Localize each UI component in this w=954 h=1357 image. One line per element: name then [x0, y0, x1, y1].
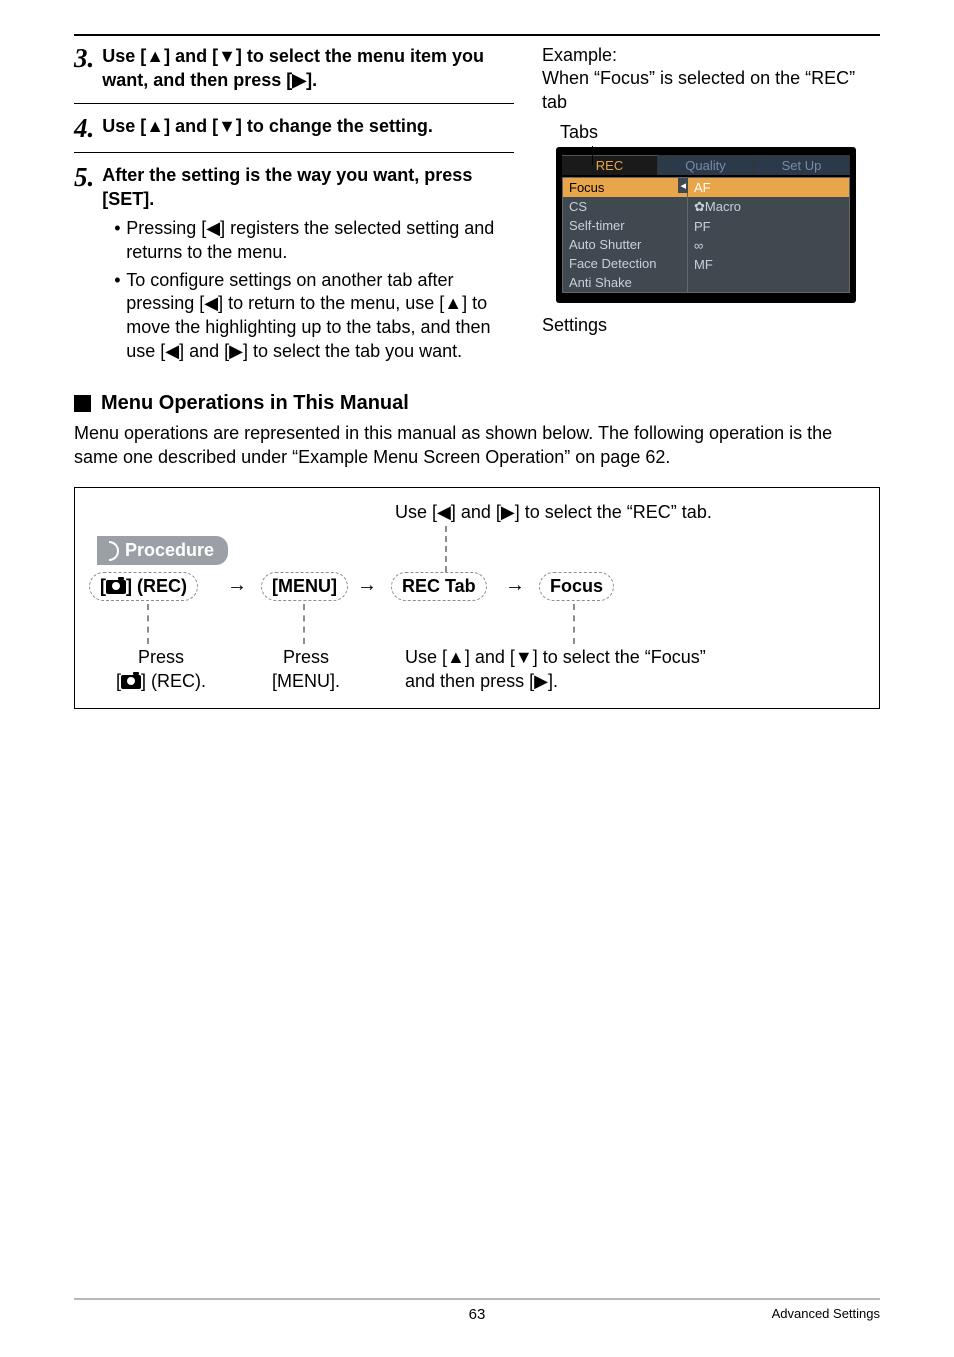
opt-macro[interactable]: ✿Macro — [688, 197, 849, 217]
example-heading: Example: When “Focus” is selected on the… — [542, 44, 880, 114]
t: Press — [101, 646, 221, 669]
page-number: 63 — [469, 1306, 486, 1323]
t: Example: — [542, 44, 880, 67]
t: Use [ — [405, 647, 447, 667]
menu-tabs: REC Quality Set Up — [562, 155, 850, 175]
rule — [74, 152, 514, 153]
t: ] (REC). — [141, 671, 206, 691]
tab-rec[interactable]: REC — [562, 155, 658, 175]
t: Procedure — [125, 540, 214, 561]
section-title: Menu Operations in This Manual — [101, 392, 409, 415]
menu-item-focus[interactable]: Focus — [563, 178, 687, 197]
t: ] and [ — [164, 46, 218, 66]
t: When “Focus” is selected on the “REC” ta… — [542, 67, 880, 114]
menu-item-autoshutter[interactable]: Auto Shutter — [563, 235, 687, 254]
t: ] and [ — [451, 502, 501, 522]
pill-menu: [MENU] — [261, 572, 348, 601]
tab-quality[interactable]: Quality — [658, 155, 754, 175]
arrow-icon: → — [505, 574, 525, 597]
footer-section: Advanced Settings — [772, 1306, 880, 1321]
diagram-lower-mid: Press [MENU]. — [261, 646, 351, 693]
t: ]. — [306, 70, 317, 90]
t: ] to select the tab you want. — [243, 341, 462, 361]
procedure-diagram: Use [◀] and [▶] to select the “REC” tab.… — [74, 487, 880, 709]
camera-icon — [121, 675, 141, 689]
step-5-heading: After the setting is the way you want, p… — [102, 163, 514, 212]
step-5: 5. After the setting is the way you want… — [74, 163, 514, 368]
menu-item-list: Focus CS Self-timer Auto Shutter Face De… — [562, 177, 688, 293]
pill-rec: [] (REC) — [89, 572, 198, 601]
t: ] to return to the menu, use [ — [218, 293, 444, 313]
page-footer: 63 Advanced Settings — [74, 1298, 880, 1323]
pill-focus: Focus — [539, 572, 614, 601]
camera-icon — [106, 580, 126, 594]
t: Use [ — [395, 502, 437, 522]
step-5-bullet-2: To configure settings on another tab aft… — [114, 269, 514, 364]
connector-line — [147, 604, 149, 644]
t: Use [ — [102, 116, 146, 136]
t: ]. — [548, 671, 558, 691]
step-4-num: 4. — [74, 114, 94, 142]
t: ] and [ — [179, 341, 229, 361]
step-5-bullet-1: Pressing [◀] registers the selected sett… — [114, 217, 514, 265]
menu-item-facedetection[interactable]: Face Detection — [563, 254, 687, 273]
opt-af[interactable]: AF — [688, 178, 849, 197]
menu-item-antishake[interactable]: Anti Shake — [563, 273, 687, 292]
diagram-lower-left: Press [] (REC). — [101, 646, 221, 693]
opt-mf[interactable]: MF — [688, 255, 849, 274]
arrow-icon: → — [227, 574, 247, 597]
t: ] and [ — [465, 647, 515, 667]
t: ] to change the setting. — [236, 116, 433, 136]
diagram-lower-right: Use [▲] and [▼] to select the “Focus” an… — [405, 646, 785, 693]
connector-line — [303, 604, 305, 644]
t: and then press [ — [405, 671, 534, 691]
top-rule — [74, 34, 880, 36]
step-4-body: Use [▲] and [▼] to change the setting. — [102, 114, 514, 138]
diagram-top-label: Use [◀] and [▶] to select the “REC” tab. — [395, 502, 712, 523]
menu-option-list: AF ✿Macro PF ∞ MF — [688, 177, 850, 293]
step-4: 4. Use [▲] and [▼] to change the setting… — [74, 114, 514, 142]
t: ] and [ — [164, 116, 218, 136]
menu-screenshot: REC Quality Set Up Focus CS Self-timer A… — [556, 147, 866, 303]
connector-line — [573, 604, 575, 644]
rule — [74, 103, 514, 104]
t: Pressing [ — [126, 218, 206, 238]
step-3-body: Use [▲] and [▼] to select the menu item … — [102, 44, 514, 93]
opt-infinity[interactable]: ∞ — [688, 236, 849, 255]
step-3: 3. Use [▲] and [▼] to select the menu it… — [74, 44, 514, 93]
connector-line — [445, 526, 447, 572]
t: Use [ — [102, 46, 146, 66]
opt-pf[interactable]: PF — [688, 217, 849, 236]
tab-setup[interactable]: Set Up — [754, 155, 850, 175]
settings-label: Settings — [542, 315, 880, 336]
procedure-badge: Procedure — [97, 536, 228, 565]
t: ] to select the “Focus” — [533, 647, 706, 667]
tabs-pointer-line — [592, 146, 593, 165]
t: ] to select the “REC” tab. — [515, 502, 712, 522]
t: ] (REC) — [126, 576, 187, 596]
arrow-icon: → — [357, 574, 377, 597]
square-bullet-icon — [74, 395, 91, 412]
footer-rule — [74, 1298, 880, 1300]
step-5-num: 5. — [74, 163, 94, 191]
step-3-num: 3. — [74, 44, 94, 72]
t: ] to select the menu item you want, and … — [102, 46, 484, 90]
menu-item-cs[interactable]: CS — [563, 197, 687, 216]
t: Press — [261, 646, 351, 669]
tabs-label: Tabs — [560, 122, 880, 143]
menu-item-selftimer[interactable]: Self-timer — [563, 216, 687, 235]
section-heading: Menu Operations in This Manual — [74, 392, 880, 415]
t: [MENU]. — [261, 670, 351, 693]
pill-rectab: REC Tab — [391, 572, 487, 601]
section-body: Menu operations are represented in this … — [74, 421, 880, 470]
